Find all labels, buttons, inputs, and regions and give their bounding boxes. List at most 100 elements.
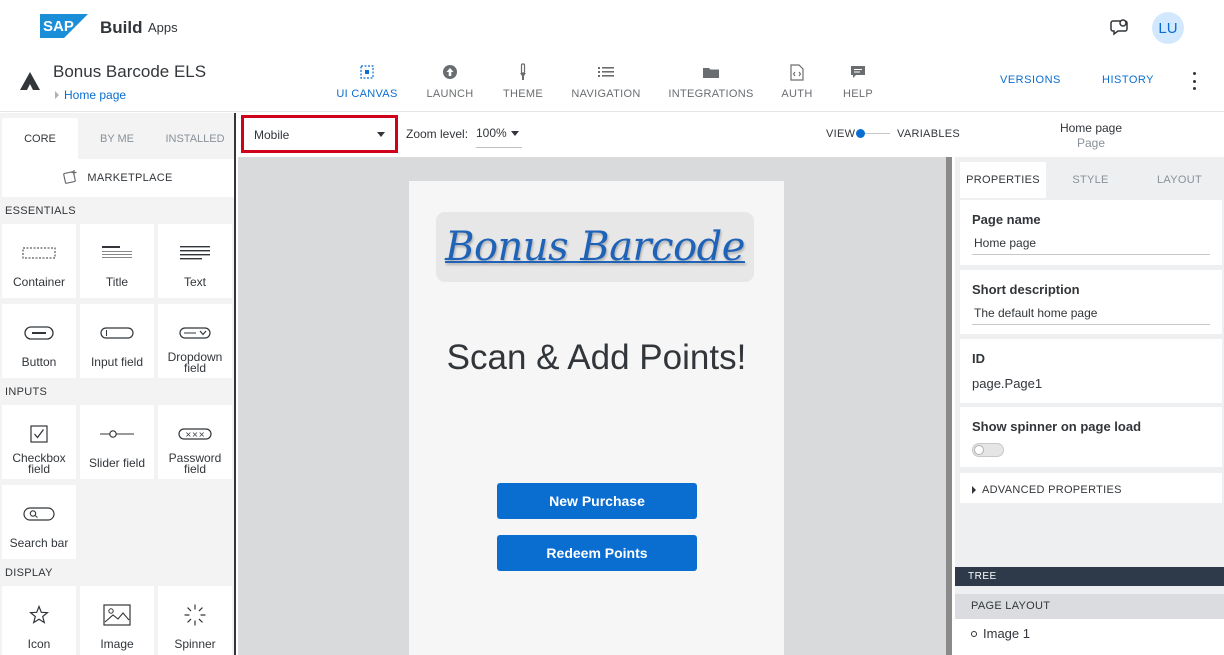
component-label: Spinner bbox=[174, 637, 216, 651]
product-subname: Apps bbox=[148, 20, 178, 35]
tab-label: AUTH bbox=[781, 88, 813, 100]
canvas-scrollbar[interactable] bbox=[946, 157, 952, 655]
spinner-toggle[interactable] bbox=[972, 443, 1004, 457]
canvas-heading[interactable]: Scan & Add Points! bbox=[409, 338, 784, 378]
id-card: ID page.Page1 bbox=[960, 339, 1222, 403]
view-variables-toggle[interactable] bbox=[856, 129, 890, 139]
tab-by-me[interactable]: BY ME bbox=[78, 118, 156, 160]
component-input-field[interactable]: Input field bbox=[80, 304, 154, 378]
versions-link[interactable]: VERSIONS bbox=[1000, 74, 1061, 86]
component-slider-field[interactable]: Slider field bbox=[80, 405, 154, 479]
list-icon bbox=[598, 62, 614, 82]
component-icon[interactable]: Icon bbox=[2, 586, 76, 655]
id-value: page.Page1 bbox=[972, 376, 1043, 391]
tab-ui-canvas[interactable]: UI CANVAS bbox=[336, 62, 397, 102]
zoom-dropdown[interactable]: 100% bbox=[476, 126, 522, 148]
tab-auth[interactable]: AUTH bbox=[778, 62, 816, 102]
component-label: Slider field bbox=[88, 456, 146, 470]
tab-theme[interactable]: THEME bbox=[502, 62, 544, 102]
zoom-label: Zoom level: bbox=[406, 127, 469, 141]
section-inputs: INPUTS bbox=[5, 386, 48, 398]
button-icon bbox=[24, 322, 54, 344]
more-options-icon[interactable] bbox=[1190, 72, 1198, 90]
marketplace-button[interactable]: MARKETPLACE bbox=[2, 159, 234, 197]
image-text: Bonus Barcode bbox=[445, 224, 745, 270]
caret-down-icon bbox=[511, 131, 519, 136]
component-password-field[interactable]: ××× Password field bbox=[158, 405, 232, 479]
joule-chat-icon[interactable] bbox=[1109, 16, 1131, 38]
new-purchase-button[interactable]: New Purchase bbox=[497, 483, 697, 519]
page-name-card: Page name Home page bbox=[960, 200, 1222, 265]
page-layout-header: PAGE LAYOUT bbox=[955, 594, 1224, 619]
component-search-bar[interactable]: Search bar bbox=[2, 485, 76, 559]
slider-icon bbox=[100, 423, 134, 445]
component-spinner[interactable]: Spinner bbox=[158, 586, 232, 655]
shell-header: SAP Build Apps LU Bonus Barcode ELS Home… bbox=[0, 0, 1224, 112]
spinner-setting-label: Show spinner on page load bbox=[972, 419, 1142, 434]
short-description-input[interactable]: The default home page bbox=[972, 303, 1210, 325]
caret-down-icon bbox=[377, 132, 385, 137]
app-name: Bonus Barcode ELS bbox=[53, 62, 207, 81]
tab-core[interactable]: CORE bbox=[2, 118, 78, 160]
tab-properties[interactable]: PROPERTIES bbox=[960, 162, 1046, 198]
sap-logo[interactable]: SAP bbox=[40, 14, 88, 38]
component-dropdown-field[interactable]: Dropdown field bbox=[158, 304, 232, 378]
component-container[interactable]: Container bbox=[2, 224, 76, 298]
tree-item[interactable]: Image 1 bbox=[955, 619, 1224, 655]
history-link[interactable]: HISTORY bbox=[1102, 74, 1154, 86]
svg-text:×××: ××× bbox=[185, 430, 205, 439]
dropdown-field-icon bbox=[179, 322, 211, 344]
view-label[interactable]: VIEW bbox=[826, 128, 855, 140]
page-name-label: Page name bbox=[972, 212, 1041, 227]
component-checkbox-field[interactable]: Checkbox field bbox=[2, 405, 76, 479]
component-label: Image bbox=[100, 637, 134, 651]
advanced-properties-label: ADVANCED PROPERTIES bbox=[982, 484, 1122, 496]
device-value: Mobile bbox=[254, 128, 290, 142]
component-label: Input field bbox=[90, 355, 144, 369]
breadcrumb[interactable]: Home page bbox=[55, 88, 126, 102]
component-label: Icon bbox=[27, 637, 51, 651]
variables-label[interactable]: VARIABLES bbox=[897, 128, 960, 140]
input-field-icon bbox=[100, 322, 134, 344]
marketplace-icon bbox=[63, 169, 79, 188]
zoom-value: 100% bbox=[476, 126, 507, 140]
tab-layout[interactable]: LAYOUT bbox=[1135, 162, 1224, 198]
device-dropdown[interactable]: Mobile bbox=[241, 115, 398, 153]
svg-text:SAP: SAP bbox=[43, 18, 74, 35]
tree-header[interactable]: TREE bbox=[955, 567, 1224, 586]
component-label: Button bbox=[21, 355, 57, 369]
tab-navigation[interactable]: NAVIGATION bbox=[571, 62, 640, 102]
component-label: Container bbox=[12, 275, 66, 289]
id-label: ID bbox=[972, 351, 985, 366]
tab-launch[interactable]: LAUNCH bbox=[424, 62, 476, 102]
expand-arrow-icon bbox=[972, 486, 976, 494]
component-label: Text bbox=[183, 275, 206, 289]
tab-help[interactable]: HELP bbox=[840, 62, 876, 102]
short-description-label: Short description bbox=[972, 282, 1080, 297]
page-name-input[interactable]: Home page bbox=[972, 233, 1210, 255]
tab-label: THEME bbox=[503, 88, 543, 100]
redeem-points-button[interactable]: Redeem Points bbox=[497, 535, 697, 571]
component-label: Title bbox=[105, 275, 129, 289]
tab-style[interactable]: STYLE bbox=[1046, 162, 1135, 198]
star-icon bbox=[29, 604, 49, 626]
user-avatar[interactable]: LU bbox=[1152, 12, 1184, 44]
checkbox-icon bbox=[30, 423, 48, 445]
tab-label: LAUNCH bbox=[426, 88, 474, 100]
tab-integrations[interactable]: INTEGRATIONS bbox=[668, 62, 754, 102]
advanced-properties-card[interactable]: ADVANCED PROPERTIES bbox=[960, 473, 1222, 503]
component-image[interactable]: Image bbox=[80, 586, 154, 655]
spinner-icon bbox=[184, 604, 206, 626]
component-label: Checkbox field bbox=[12, 451, 66, 476]
component-button[interactable]: Button bbox=[2, 304, 76, 378]
component-text[interactable]: Text bbox=[158, 224, 232, 298]
bonus-barcode-image[interactable]: Bonus Barcode bbox=[436, 212, 754, 282]
component-title[interactable]: Title bbox=[80, 224, 154, 298]
breadcrumb-page[interactable]: Home page bbox=[64, 88, 126, 102]
tab-label: INTEGRATIONS bbox=[668, 88, 754, 100]
short-description-card: Short description The default home page bbox=[960, 270, 1222, 334]
selected-page-title: Home page bbox=[1059, 121, 1123, 135]
search-bar-icon bbox=[23, 503, 55, 525]
tab-installed[interactable]: INSTALLED bbox=[156, 118, 234, 160]
tree-item-label: Image 1 bbox=[983, 626, 1030, 641]
